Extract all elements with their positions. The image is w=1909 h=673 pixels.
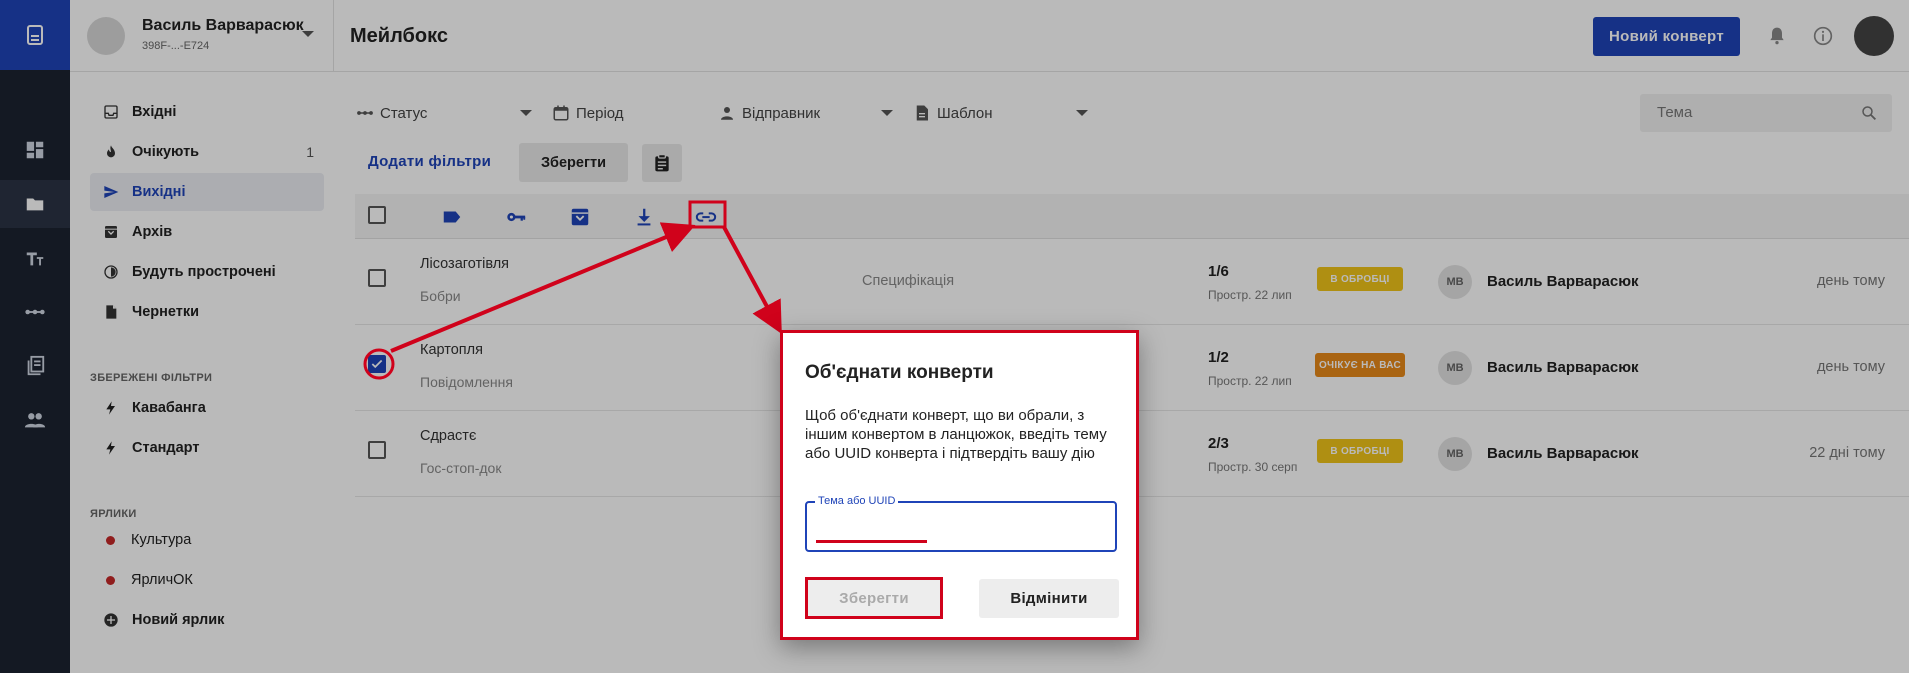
cancel-button[interactable]: Відмінити <box>979 579 1119 618</box>
subject-or-uuid-field[interactable]: Тема або UUID <box>805 495 1117 552</box>
merge-envelopes-dialog: Об'єднати конверти Щоб об'єднати конверт… <box>780 330 1139 640</box>
field-label: Тема або UUID <box>815 495 899 507</box>
dialog-description: Щоб об'єднати конверт, що ви обрали, з і… <box>805 407 1107 462</box>
save-button[interactable]: Зберегти <box>805 577 943 619</box>
dialog-title: Об'єднати конверти <box>805 362 994 383</box>
subject-or-uuid-input[interactable] <box>815 517 1105 541</box>
annotation-underline <box>816 540 927 543</box>
